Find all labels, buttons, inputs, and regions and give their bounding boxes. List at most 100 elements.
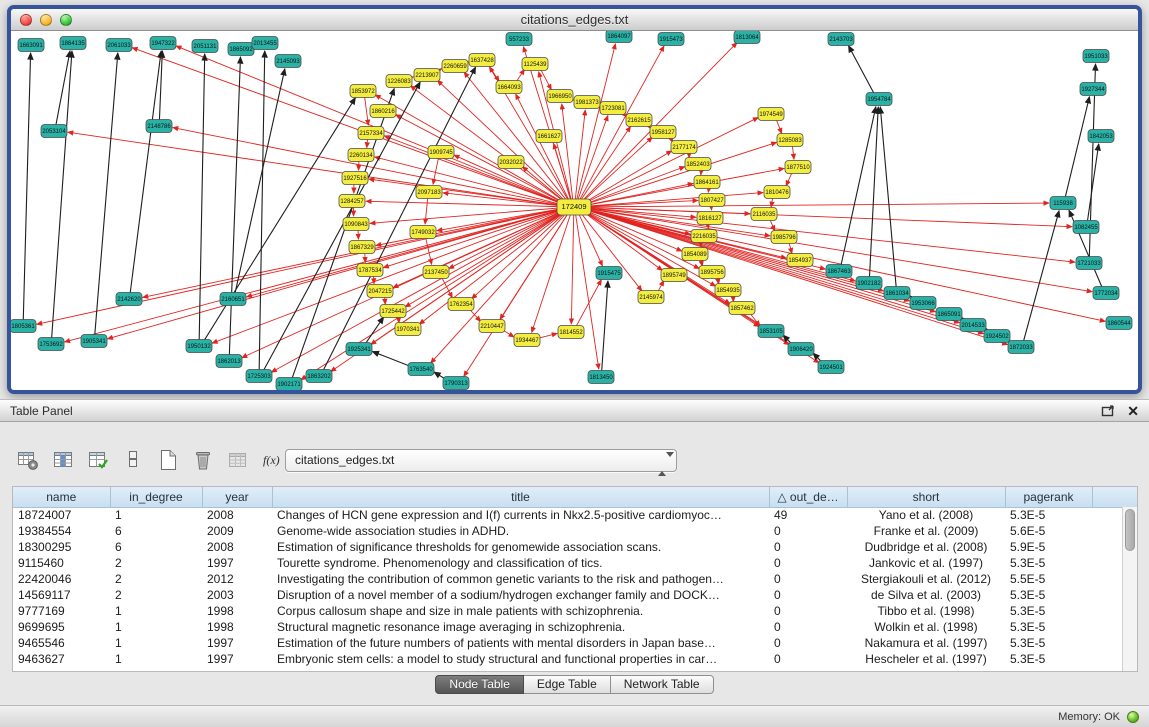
cell-out_degree[interactable]: 0 [769, 587, 847, 603]
cell-short[interactable]: Dudbridge et al. (2008) [847, 539, 1005, 555]
graph-edge[interactable] [582, 208, 1008, 344]
graph-edge[interactable] [376, 208, 566, 246]
cell-year[interactable]: 1998 [202, 619, 272, 635]
cell-in_degree[interactable]: 1 [110, 603, 202, 619]
graph-node[interactable]: 2143703 [828, 33, 854, 46]
graph-edge[interactable] [1065, 97, 1089, 198]
graph-node[interactable]: 2097183 [416, 186, 442, 199]
network-canvas[interactable]: 1724091853972122608318602162157334226013… [11, 31, 1138, 390]
cell-title[interactable]: Structural magnetic resonance image aver… [272, 619, 769, 635]
cell-title[interactable]: Investigating the contribution of common… [272, 571, 769, 587]
graph-node[interactable]: 2260659 [442, 60, 468, 73]
graph-node[interactable]: 1753692 [38, 338, 64, 351]
graph-node[interactable]: 1958127 [650, 126, 676, 139]
graph-node[interactable]: 2061033 [106, 39, 132, 52]
graph-node[interactable]: 2177174 [671, 141, 697, 154]
column-header-out-degree[interactable]: △ out_de… [769, 487, 847, 507]
graph-edge[interactable] [235, 69, 285, 294]
cell-title[interactable]: Tourette syndrome. Phenomenology and cla… [272, 555, 769, 571]
graph-node[interactable]: 1082455 [1073, 221, 1099, 234]
graph-node[interactable]: 1864097 [606, 31, 632, 43]
cell-year[interactable]: 1997 [202, 555, 272, 571]
cell-title[interactable]: Embryonic stem cells: a model to study s… [272, 651, 769, 667]
graph-node[interactable]: 1927344 [1080, 83, 1106, 96]
cell-short[interactable]: Yano et al. (2008) [847, 507, 1005, 523]
column-header-name[interactable]: name [13, 487, 110, 507]
import-table-icon[interactable] [226, 448, 250, 472]
graph-node[interactable]: 1807427 [699, 194, 725, 207]
cell-out_degree[interactable]: 0 [769, 651, 847, 667]
cell-year[interactable]: 2008 [202, 539, 272, 555]
graph-edge[interactable] [425, 237, 431, 265]
cell-pagerank[interactable]: 5.5E-5 [1005, 571, 1092, 587]
graph-edge[interactable] [577, 115, 608, 202]
graph-node[interactable]: 1857462 [729, 302, 755, 315]
cell-out_degree[interactable]: 0 [769, 571, 847, 587]
memory-status-indicator[interactable] [1127, 711, 1139, 723]
graph-node[interactable]: 1787534 [357, 264, 383, 277]
graph-node[interactable]: 1947322 [150, 37, 176, 50]
column-header-year[interactable]: year [202, 487, 272, 507]
tab-edge-table[interactable]: Edge Table [524, 675, 611, 694]
table-row[interactable]: 946362711997Embryonic stem cells: a mode… [13, 651, 1137, 667]
window-titlebar[interactable]: citations_edges.txt [11, 9, 1138, 31]
tab-node-table[interactable]: Node Table [435, 675, 524, 694]
graph-node[interactable]: 1915473 [658, 33, 684, 46]
graph-edge[interactable] [23, 53, 30, 321]
graph-node[interactable]: 1637428 [469, 54, 495, 67]
graph-node[interactable]: 1664093 [496, 81, 522, 94]
graph-node[interactable]: 1915475 [596, 267, 622, 280]
network-graph[interactable]: 1724091853972122608318602162157334226013… [11, 31, 1138, 390]
graph-node[interactable]: 1663091 [18, 39, 44, 52]
hub-node[interactable]: 172409 [557, 199, 591, 215]
cell-short[interactable]: Hescheler et al. (1997) [847, 651, 1005, 667]
column-header-short[interactable]: short [847, 487, 1005, 507]
graph-edge[interactable] [37, 208, 566, 324]
graph-node[interactable]: 1872033 [1008, 341, 1034, 354]
cell-year[interactable]: 1998 [202, 603, 272, 619]
graph-node[interactable]: 1950132 [186, 340, 212, 353]
graph-edge[interactable] [364, 96, 368, 125]
cell-pagerank[interactable]: 5.3E-5 [1005, 603, 1092, 619]
cell-out_degree[interactable]: 0 [769, 523, 847, 539]
cell-out_degree[interactable]: 0 [769, 555, 847, 571]
graph-node[interactable]: 1966950 [547, 90, 573, 103]
graph-node[interactable]: 2053104 [41, 125, 67, 138]
graph-node[interactable]: 1814552 [558, 326, 584, 339]
graph-node[interactable]: 2216035 [691, 230, 717, 243]
cell-in_degree[interactable]: 1 [110, 651, 202, 667]
graph-node[interactable]: 1954784 [866, 93, 892, 106]
new-file-icon[interactable] [156, 448, 180, 472]
graph-node[interactable]: 1852403 [685, 158, 711, 171]
cell-short[interactable]: Franke et al. (2009) [847, 523, 1005, 539]
cell-short[interactable]: Tibbo et al. (1998) [847, 603, 1005, 619]
graph-edge[interactable] [247, 208, 567, 297]
zoom-window-button[interactable] [60, 14, 72, 26]
graph-node[interactable]: 1974549 [758, 108, 784, 121]
cell-title[interactable]: Disruption of a novel member of a sodium… [272, 587, 769, 603]
graph-node[interactable]: 2157334 [358, 127, 384, 140]
graph-node[interactable]: 1090843 [343, 218, 369, 231]
graph-node[interactable]: 1906420 [788, 343, 814, 356]
graph-node[interactable]: 2210447 [479, 320, 505, 333]
graph-edge[interactable] [582, 208, 960, 322]
network-table-selector[interactable]: citations_edges.txt [285, 449, 677, 472]
cell-title[interactable]: Corpus callosum shape and size in male p… [272, 603, 769, 619]
table-row[interactable]: 1830029562008Estimation of significance … [13, 539, 1137, 555]
cell-editor-icon[interactable] [121, 448, 145, 472]
graph-node[interactable]: 1661627 [536, 130, 562, 143]
cell-name[interactable]: 19384554 [13, 523, 110, 539]
graph-node[interactable]: 1877510 [785, 161, 811, 174]
graph-node[interactable]: 1970341 [395, 323, 421, 336]
cell-name[interactable]: 14569117 [13, 587, 110, 603]
graph-node[interactable]: 1816127 [697, 212, 723, 225]
graph-node[interactable]: 1863202 [306, 370, 332, 383]
column-header-in-degree[interactable]: in_degree [110, 487, 202, 507]
cell-name[interactable]: 9463627 [13, 651, 110, 667]
graph-node[interactable]: 1924501 [818, 361, 844, 374]
cell-title[interactable]: Genome-wide association studies in ADHD. [272, 523, 769, 539]
graph-edge[interactable] [880, 107, 896, 288]
graph-node[interactable]: 1853972 [350, 85, 376, 98]
graph-node[interactable]: 1125439 [522, 58, 548, 71]
graph-node[interactable]: 1762354 [448, 298, 474, 311]
